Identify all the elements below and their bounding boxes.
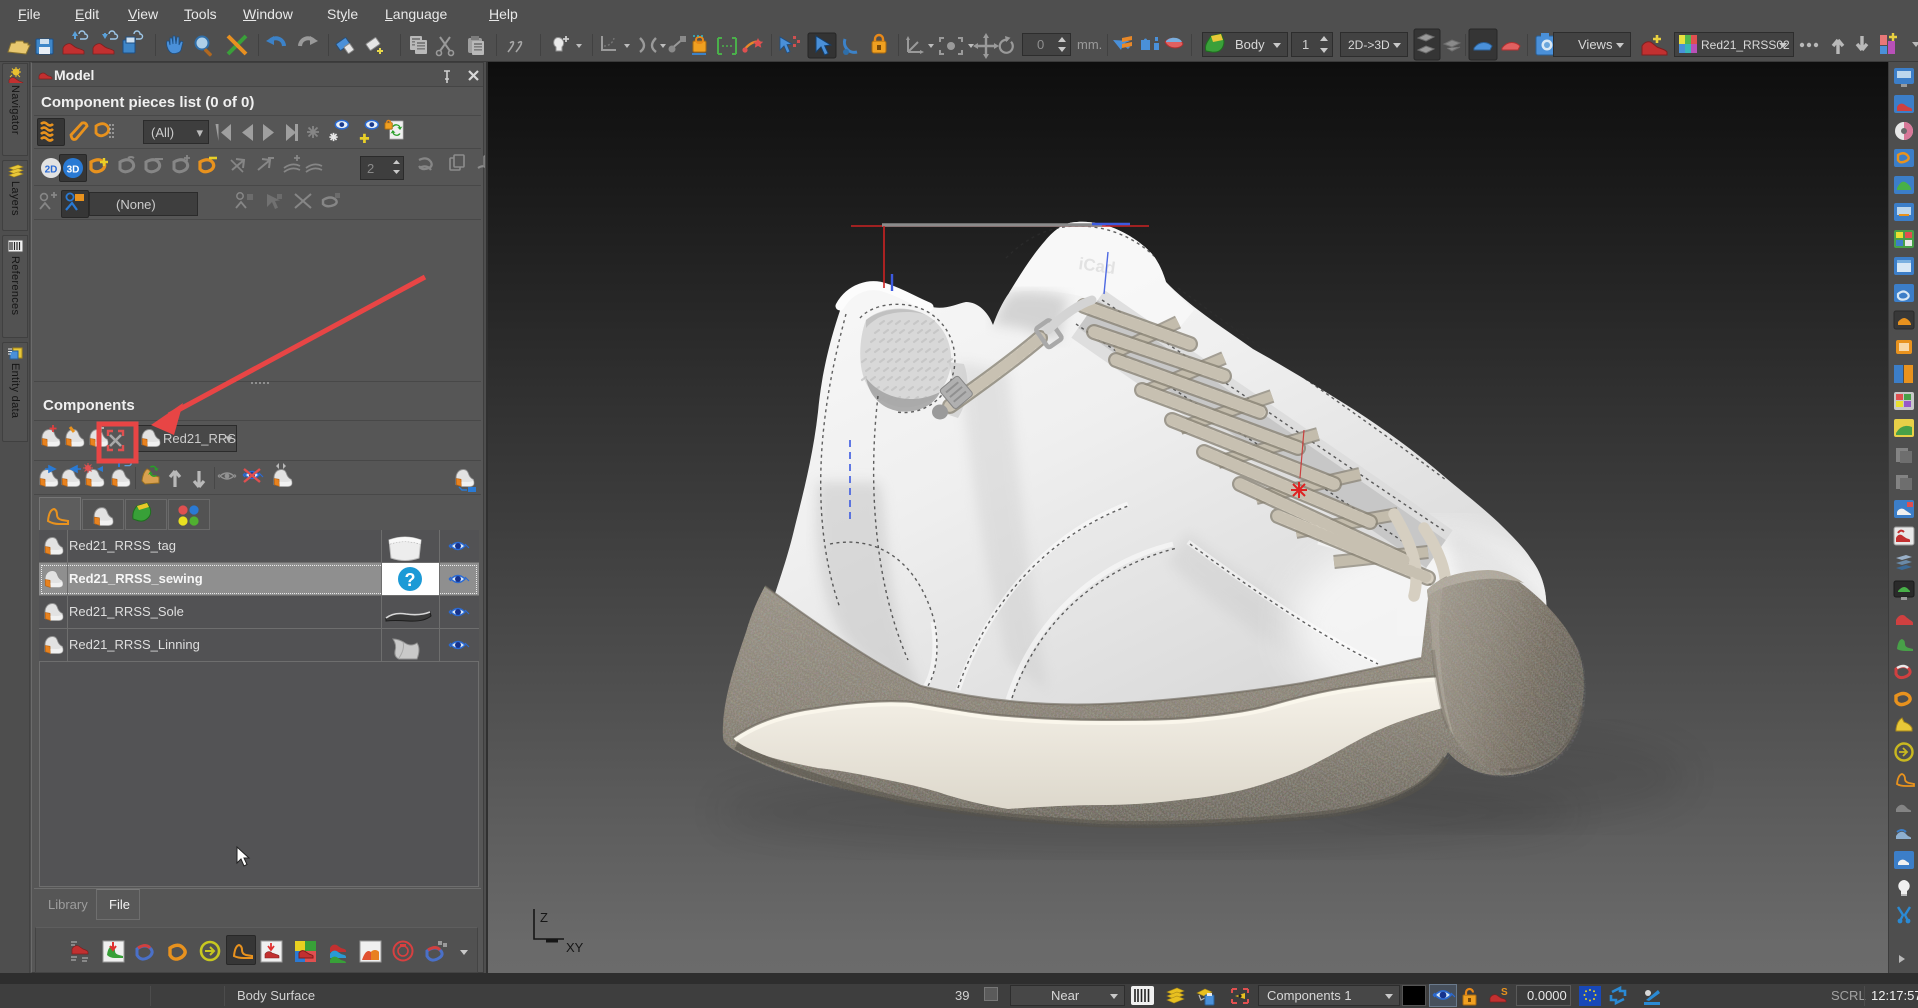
svg-text:Z: Z xyxy=(540,910,548,925)
svg-text:?: ? xyxy=(405,570,416,590)
svg-text:S: S xyxy=(1501,987,1508,998)
svg-text:XY: XY xyxy=(566,940,584,955)
svg-text:2D: 2D xyxy=(45,165,58,176)
svg-text:3D: 3D xyxy=(67,165,80,176)
